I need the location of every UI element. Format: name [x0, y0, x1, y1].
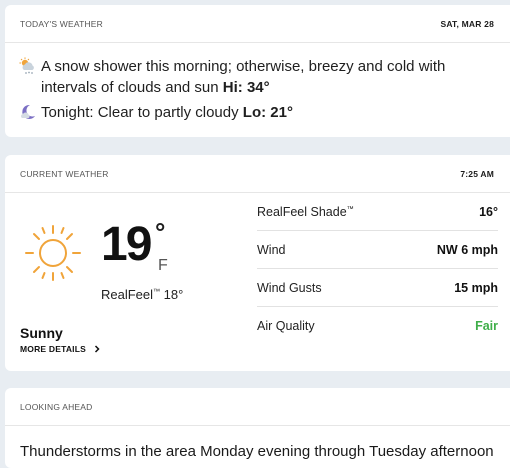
hi-temperature: Hi: 34°	[222, 79, 270, 96]
current-temperature-block: 19 ° F RealFeel™ 18° Sunny MORE DETAILS	[5, 193, 235, 371]
sun-icon	[25, 225, 81, 281]
realfeel-value: 18°	[163, 287, 184, 302]
detail-label: Wind Gusts	[257, 280, 322, 295]
today-forecast: A snow shower this morning; otherwise, b…	[19, 56, 490, 98]
looking-ahead-header: LOOKING AHEAD	[5, 388, 510, 426]
today-forecast-text: A snow shower this morning; otherwise, b…	[41, 56, 490, 98]
moon-cloud-icon	[19, 103, 41, 127]
detail-value: 16°	[479, 204, 498, 219]
detail-value: NW 6 mph	[436, 242, 498, 257]
looking-ahead-title: LOOKING AHEAD	[20, 401, 93, 412]
todays-date: SAT, MAR 28	[440, 18, 494, 29]
degree-symbol: °	[155, 217, 166, 247]
realfeel-label: RealFeel	[101, 287, 154, 302]
current-weather-header: CURRENT WEATHER 7:25 AM	[5, 155, 510, 193]
chevron-right-icon	[94, 345, 100, 353]
current-weather-card[interactable]: CURRENT WEATHER 7:25 AM 19 ° F RealFeel™…	[5, 155, 510, 371]
more-details-link[interactable]: MORE DETAILS	[20, 344, 101, 354]
detail-row-wind-gusts: Wind Gusts 15 mph	[257, 269, 498, 307]
current-time: 7:25 AM	[460, 168, 494, 179]
current-details-list: RealFeel Shade™ 16° Wind NW 6 mph Wind G…	[257, 193, 498, 344]
night-forecast-phrase: Tonight: Clear to partly cloudy	[41, 104, 239, 121]
detail-row-realfeel-shade: RealFeel Shade™ 16°	[257, 193, 498, 231]
realfeel-trademark: ™	[153, 288, 161, 296]
detail-value: 15 mph	[454, 280, 498, 295]
realfeel: RealFeel™ 18°	[101, 287, 183, 302]
tonight-forecast: Tonight: Clear to partly cloudy Lo: 21°	[19, 102, 490, 127]
detail-row-wind: Wind NW 6 mph	[257, 231, 498, 269]
tonight-forecast-text: Tonight: Clear to partly cloudy Lo: 21°	[41, 102, 293, 123]
todays-weather-title: TODAY'S WEATHER	[20, 18, 104, 29]
detail-label: Air Quality	[257, 318, 315, 333]
todays-weather-card[interactable]: TODAY'S WEATHER SAT, MAR 28 A snow showe…	[5, 5, 510, 137]
looking-ahead-card[interactable]: LOOKING AHEAD Thunderstorms in the area …	[5, 388, 510, 468]
current-temperature: 19	[101, 218, 152, 271]
detail-label: RealFeel Shade™	[257, 204, 354, 219]
temperature-unit: F	[158, 257, 168, 274]
looking-ahead-text: Thunderstorms in the area Monday evening…	[20, 443, 494, 460]
detail-row-air-quality: Air Quality Fair	[257, 307, 498, 344]
todays-weather-header: TODAY'S WEATHER SAT, MAR 28	[5, 5, 510, 43]
detail-label: Wind	[257, 242, 286, 257]
snow-sun-cloud-icon	[19, 57, 41, 81]
weather-phrase: Sunny	[20, 325, 63, 341]
lo-temperature: Lo: 21°	[242, 104, 293, 121]
detail-value: Fair	[475, 318, 498, 333]
current-weather-title: CURRENT WEATHER	[20, 168, 109, 179]
more-details-label: MORE DETAILS	[20, 344, 86, 354]
